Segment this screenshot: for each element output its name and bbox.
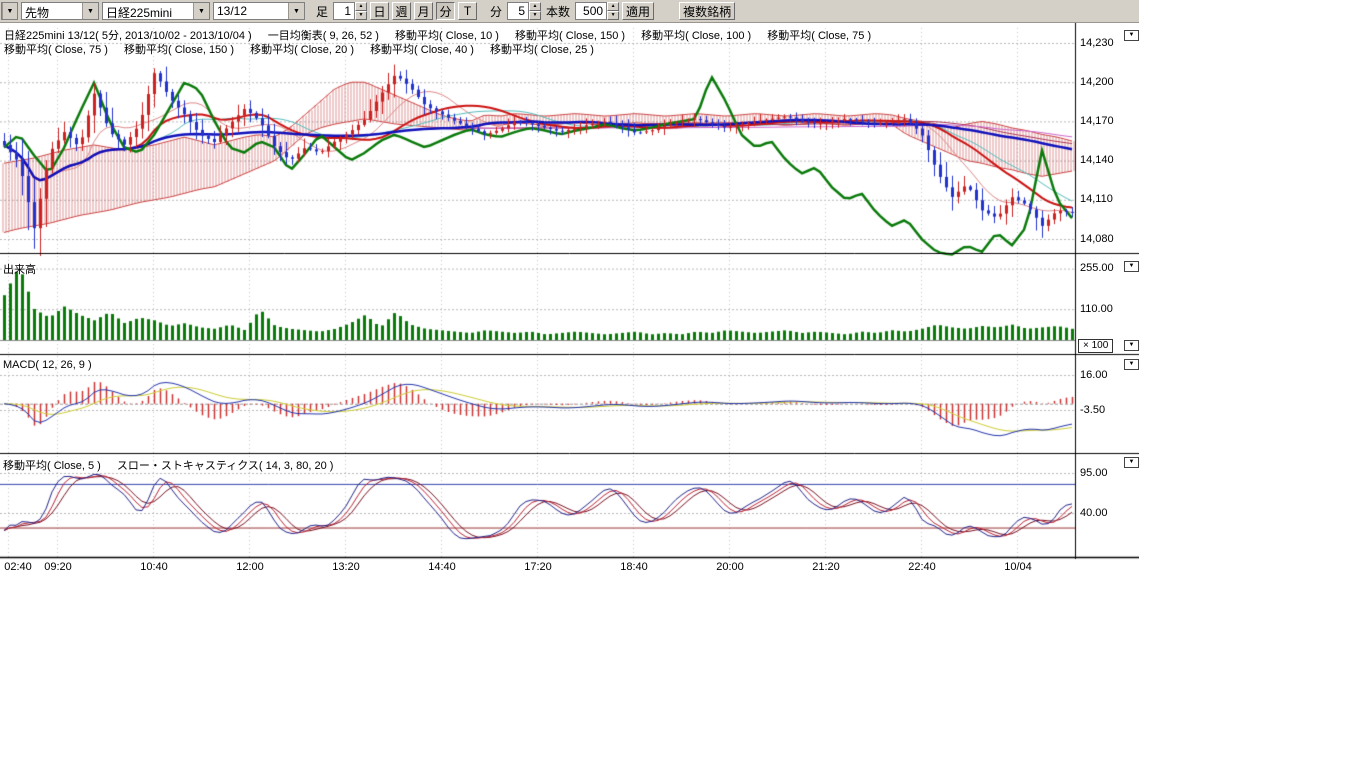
- spin-down-icon[interactable]: ▼: [529, 11, 541, 20]
- time-axis-label: 21:20: [808, 561, 844, 573]
- spin-down-icon[interactable]: ▼: [607, 11, 619, 20]
- contract-select-value: 13/12: [214, 3, 288, 19]
- period-day-button[interactable]: 日: [370, 2, 389, 20]
- time-axis-label: 09:20: [40, 561, 76, 573]
- symbol-select[interactable]: 日経225mini ▼: [102, 2, 210, 20]
- volume-panel-menu-button[interactable]: ▼: [1124, 261, 1139, 272]
- count-value: 500: [575, 2, 607, 20]
- price-panel-menu-button[interactable]: ▼: [1124, 30, 1139, 41]
- time-axis-label: 17:20: [520, 561, 556, 573]
- dropdown-arrow-icon[interactable]: ▼: [193, 3, 209, 19]
- spin-up-icon[interactable]: ▲: [607, 2, 619, 11]
- chart-area: 日経225mini 13/12( 5分, 2013/10/02 - 2013/1…: [0, 23, 1139, 579]
- bar-interval-spinner[interactable]: 1 ▲ ▼: [333, 2, 367, 20]
- spin-up-icon[interactable]: ▲: [529, 2, 541, 11]
- period-tick-button[interactable]: T: [458, 2, 477, 20]
- left-dropdown-button[interactable]: ▼: [1, 2, 18, 20]
- dropdown-arrow-icon[interactable]: ▼: [288, 3, 304, 19]
- period-week-button[interactable]: 週: [392, 2, 411, 20]
- minute-label: 分: [488, 3, 504, 20]
- minute-spinner[interactable]: 5 ▲ ▼: [507, 2, 541, 20]
- apply-button[interactable]: 適用: [622, 2, 654, 20]
- time-axis-label: 14:40: [424, 561, 460, 573]
- price-chart-canvas[interactable]: [0, 23, 1139, 560]
- volume-multiplier-badge: × 100: [1078, 339, 1113, 353]
- time-axis-label: 20:00: [712, 561, 748, 573]
- minute-value: 5: [507, 2, 529, 20]
- market-select-value: 先物: [22, 3, 82, 19]
- time-axis-label: 10:40: [136, 561, 172, 573]
- period-month-button[interactable]: 月: [414, 2, 433, 20]
- time-axis-label: 18:40: [616, 561, 652, 573]
- macd-panel-menu-button[interactable]: ▼: [1124, 359, 1139, 370]
- bar-interval-value: 1: [333, 2, 355, 20]
- charting-application: ▼ 先物 ▼ 日経225mini ▼ 13/12 ▼ 足 1 ▲ ▼ 日 週 月…: [0, 0, 1366, 768]
- dropdown-arrow-icon[interactable]: ▼: [82, 3, 98, 19]
- spin-down-icon[interactable]: ▼: [355, 11, 367, 20]
- count-label: 本数: [544, 3, 572, 20]
- toolbar: ▼ 先物 ▼ 日経225mini ▼ 13/12 ▼ 足 1 ▲ ▼ 日 週 月…: [0, 0, 1139, 23]
- time-axis-label: 13:20: [328, 561, 364, 573]
- time-axis-label: 12:00: [232, 561, 268, 573]
- dropdown-arrow-icon: ▼: [2, 3, 17, 19]
- volume-scale-menu-button[interactable]: ▼: [1124, 340, 1139, 351]
- market-select[interactable]: 先物 ▼: [21, 2, 99, 20]
- time-axis-label: 02:40: [0, 561, 36, 573]
- period-minute-button[interactable]: 分: [436, 2, 455, 20]
- stoch-panel-menu-button[interactable]: ▼: [1124, 457, 1139, 468]
- count-spinner[interactable]: 500 ▲ ▼: [575, 2, 619, 20]
- bar-label: 足: [314, 3, 330, 20]
- symbol-select-value: 日経225mini: [103, 3, 193, 19]
- contract-select[interactable]: 13/12 ▼: [213, 2, 305, 20]
- multi-symbol-button[interactable]: 複数銘柄: [679, 2, 735, 20]
- time-axis-label: 22:40: [904, 561, 940, 573]
- time-axis-label: 10/04: [1000, 561, 1036, 573]
- spin-up-icon[interactable]: ▲: [355, 2, 367, 11]
